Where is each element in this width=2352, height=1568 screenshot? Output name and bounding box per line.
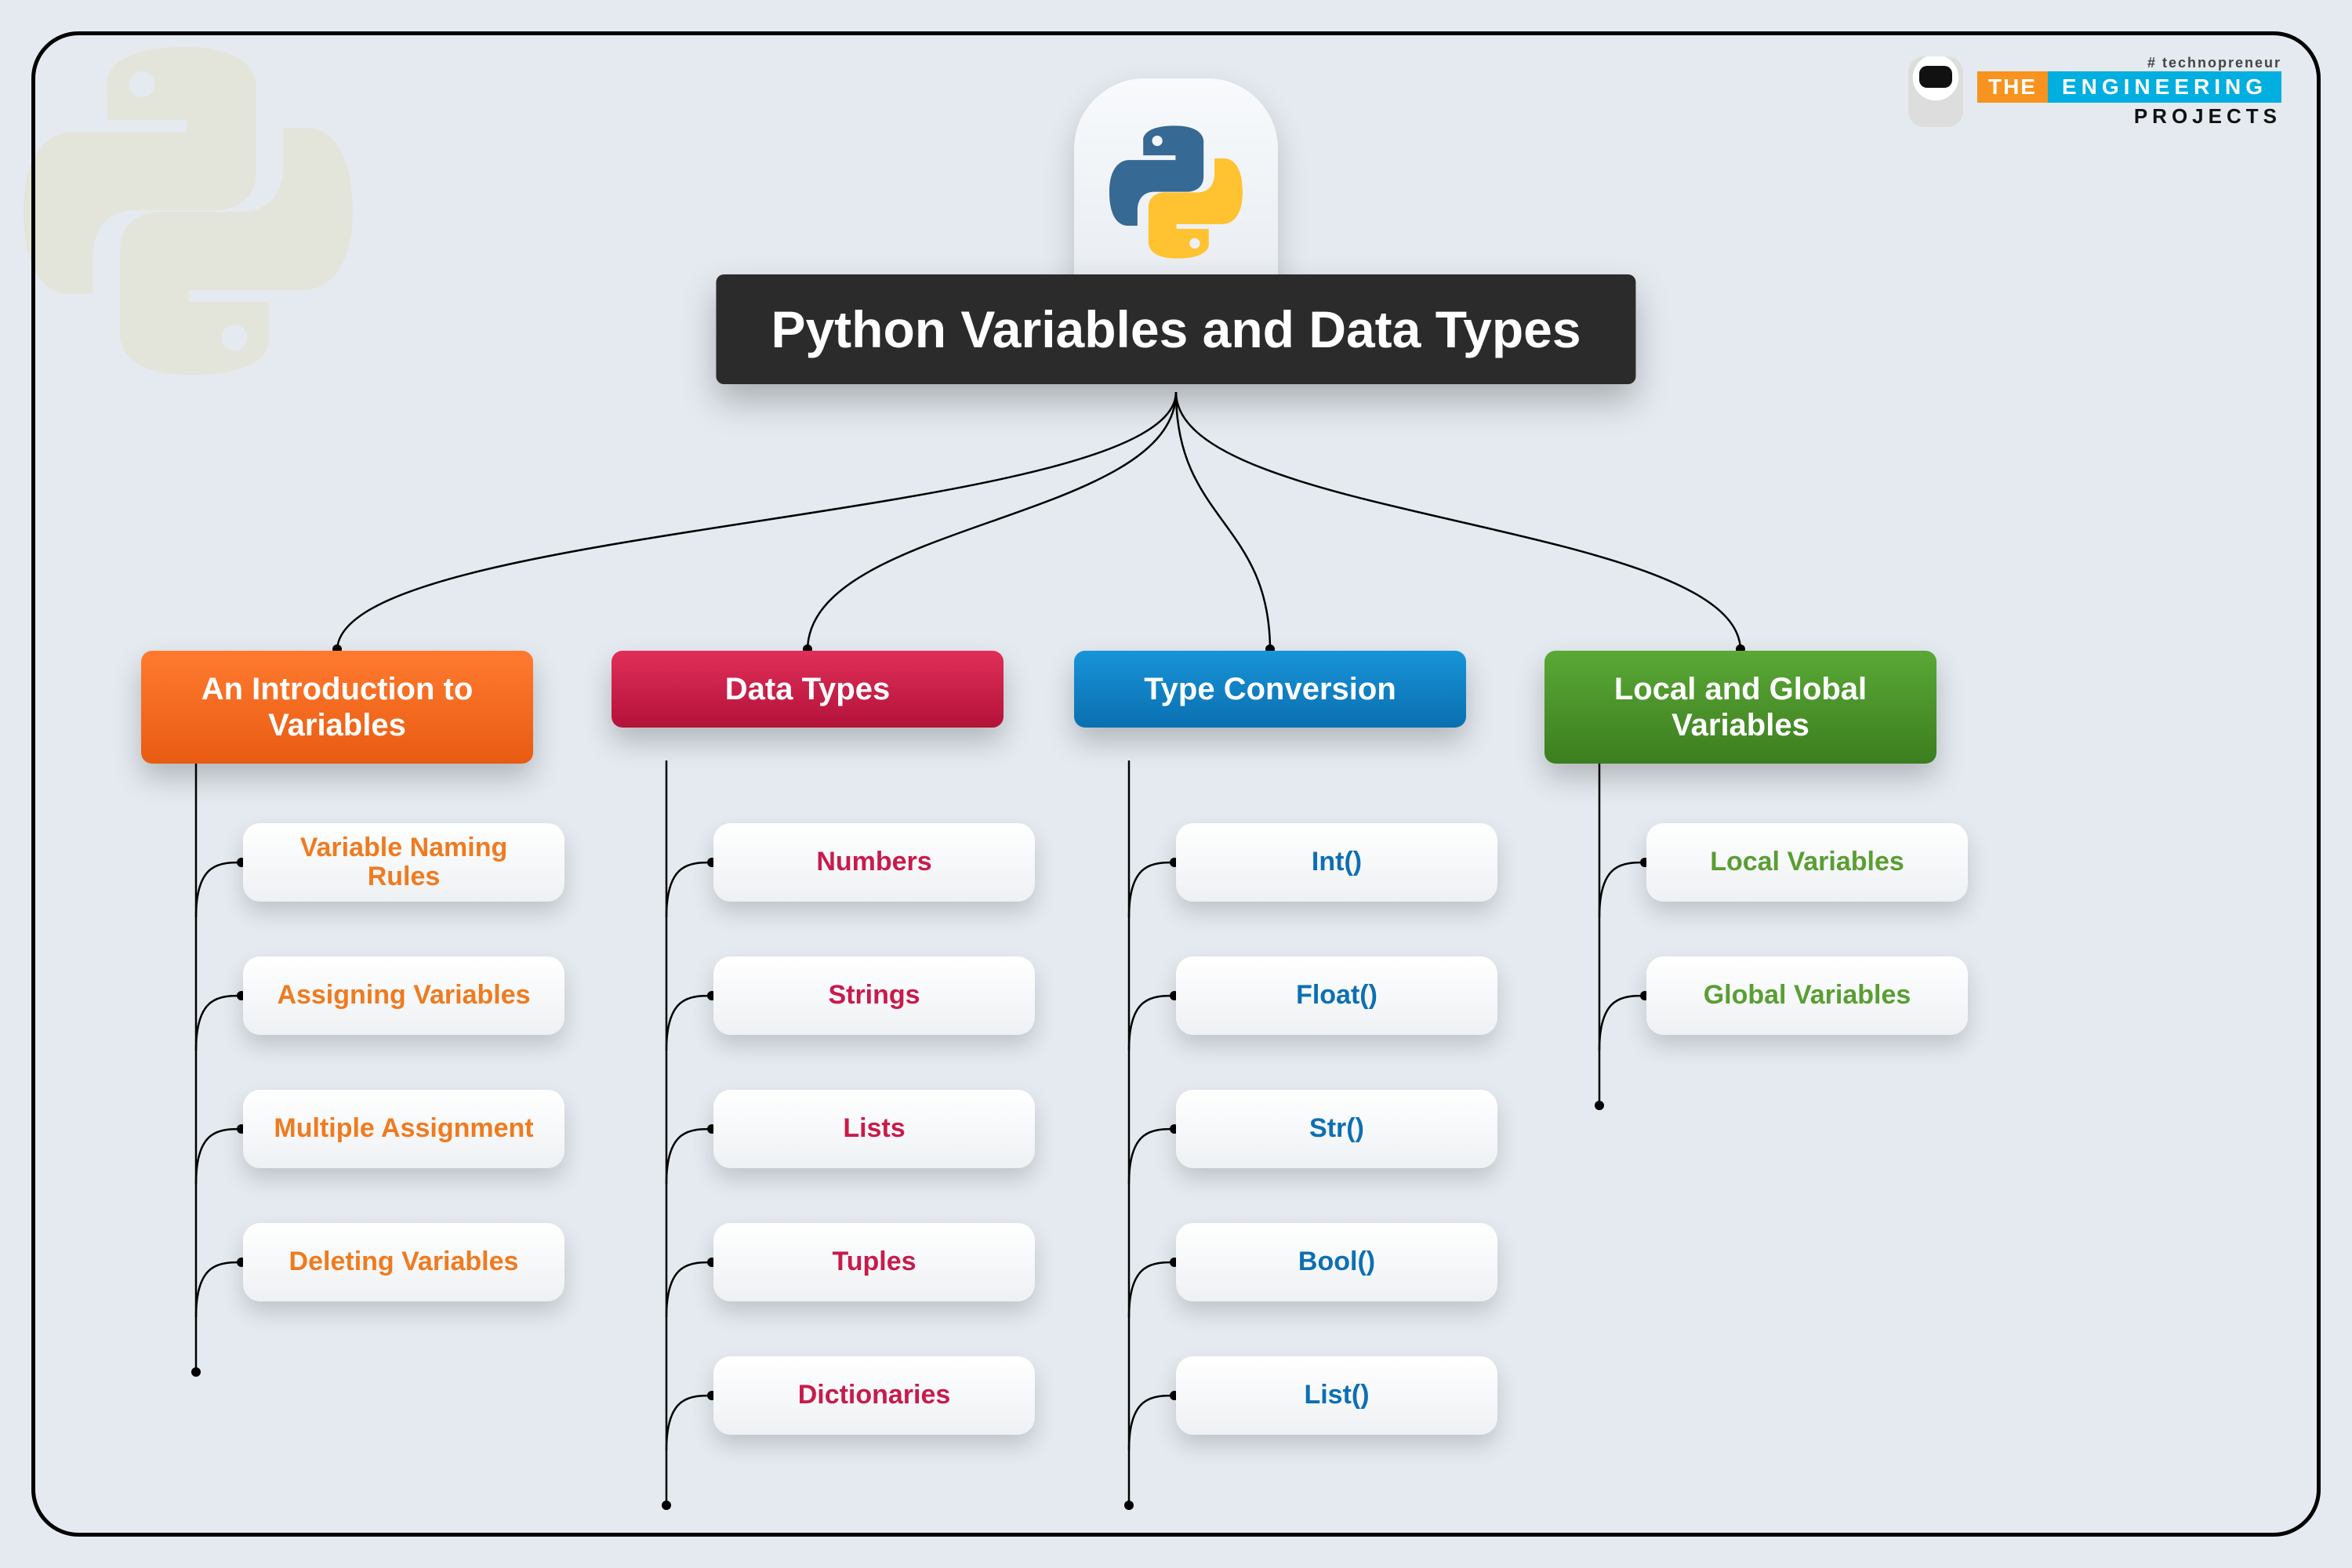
leaf-item: Int() — [1176, 823, 1497, 902]
category-red: Data Types — [612, 651, 1004, 728]
leaf-item: Bool() — [1176, 1223, 1497, 1301]
python-icon — [1109, 125, 1243, 259]
leaf-item: Variable Naming Rules — [243, 823, 564, 902]
leaf-item: Local Variables — [1646, 823, 1968, 902]
brand-block: # technopreneur THE ENGINEERING PROJECTS — [1908, 55, 2281, 129]
leaf-item: Float() — [1176, 956, 1497, 1035]
leaf-item: Lists — [713, 1090, 1035, 1168]
brand-projects: PROJECTS — [2134, 104, 2281, 129]
brand-the: THE — [1977, 71, 2048, 103]
python-logo-badge — [1074, 78, 1278, 306]
leaf-item: Assigning Variables — [243, 956, 564, 1035]
diagram-title: Python Variables and Data Types — [716, 274, 1635, 384]
brand-hashtag: # technopreneur — [2147, 55, 2281, 71]
leaf-item: List() — [1176, 1356, 1497, 1435]
category-orange: An Introduction to Variables — [141, 651, 533, 764]
leaf-item: Tuples — [713, 1223, 1035, 1301]
leaf-item: Str() — [1176, 1090, 1497, 1168]
leaf-item: Strings — [713, 956, 1035, 1035]
category-blue: Type Conversion — [1074, 651, 1466, 728]
brand-engineering: ENGINEERING — [2048, 71, 2281, 103]
category-green: Local and Global Variables — [1544, 651, 1936, 764]
leaf-item: Global Variables — [1646, 956, 1968, 1035]
leaf-item: Numbers — [713, 823, 1035, 902]
leaf-item: Deleting Variables — [243, 1223, 564, 1301]
robot-icon — [1908, 56, 1963, 127]
leaf-item: Multiple Assignment — [243, 1090, 564, 1168]
leaf-item: Dictionaries — [713, 1356, 1035, 1435]
